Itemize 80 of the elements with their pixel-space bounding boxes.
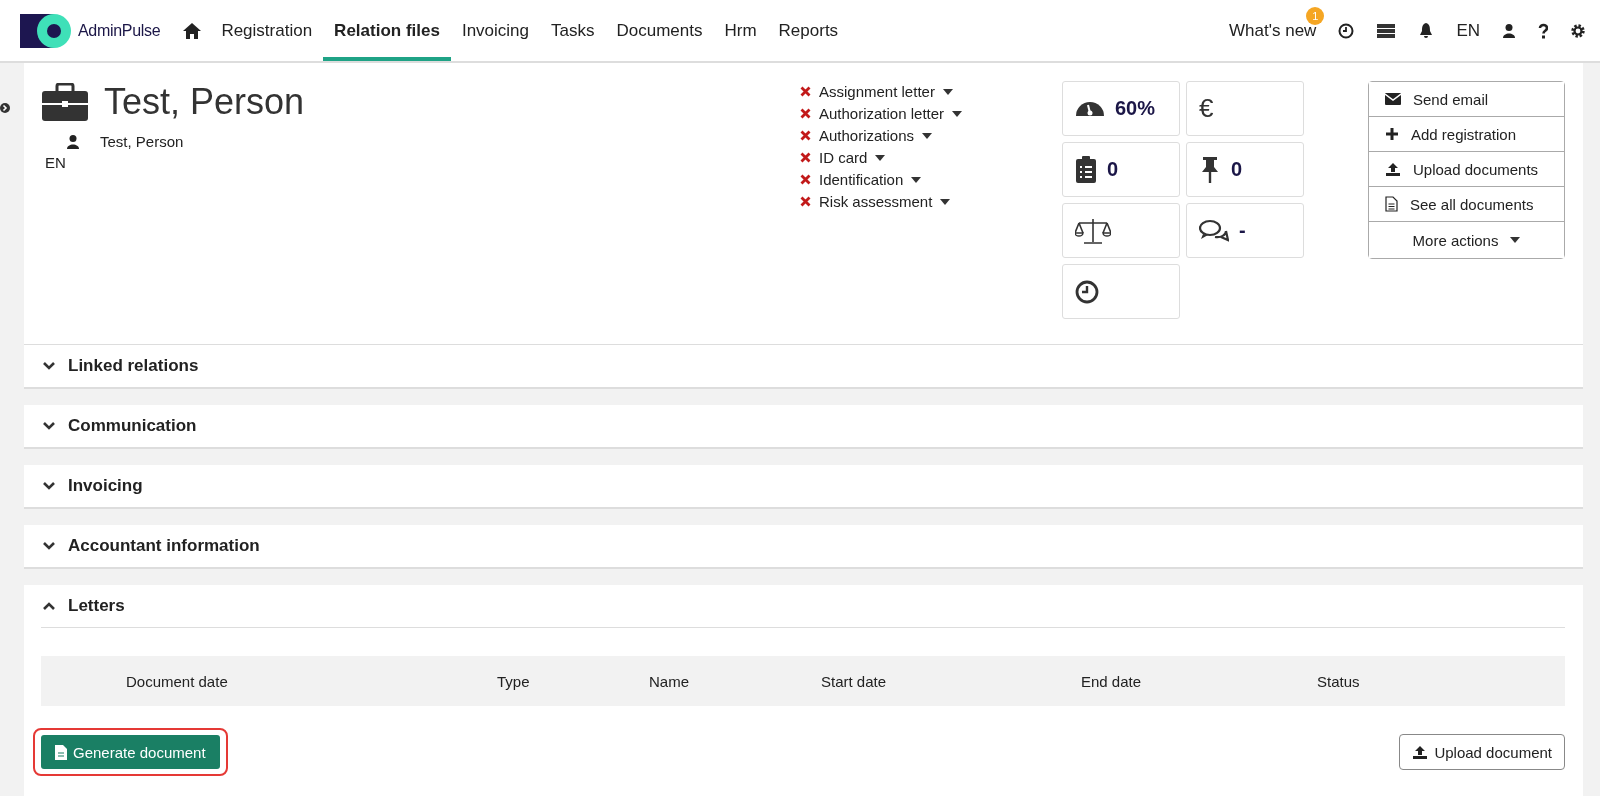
column-header[interactable]: Start date	[821, 672, 1081, 690]
column-header[interactable]: Name	[649, 672, 821, 690]
caret-icon	[1510, 237, 1521, 243]
relation-title: Test, Person	[104, 81, 305, 123]
chevron-up-icon	[42, 601, 56, 611]
upload-icon	[1412, 744, 1429, 760]
section-header[interactable]: Invoicing	[24, 465, 1583, 507]
contact-name: Test, Person	[100, 133, 184, 150]
chat-icon	[1199, 218, 1229, 243]
language-menu[interactable]: EN	[1456, 20, 1480, 41]
document-icon	[55, 744, 67, 760]
nav-tab[interactable]: Reports	[767, 0, 850, 61]
notification-badge: 1	[1306, 6, 1325, 25]
chevron-down-icon	[42, 541, 56, 551]
section-header[interactable]: Letters	[24, 585, 1583, 627]
cross-icon	[800, 108, 811, 119]
section-header[interactable]: Communication	[24, 405, 1583, 447]
caret-icon	[940, 198, 951, 205]
generate-document-button[interactable]: Generate document	[41, 735, 220, 769]
nav-tab[interactable]: Documents	[605, 0, 714, 61]
checklist-item[interactable]: Identification	[800, 171, 1062, 188]
column-header[interactable]: Status	[1317, 672, 1565, 690]
chevron-down-icon	[42, 421, 56, 431]
stat-tile[interactable]: 60%	[1062, 81, 1180, 136]
caret-icon	[875, 154, 886, 161]
checklist-item[interactable]: Authorization letter	[800, 105, 1062, 122]
nav-tab[interactable]: Tasks	[540, 0, 606, 61]
plus-icon	[1385, 127, 1399, 141]
clock-icon	[1075, 279, 1099, 304]
checklist-item[interactable]: Risk assessment	[800, 193, 1062, 210]
chevron-down-icon	[42, 361, 56, 371]
nav-tab[interactable]: Invoicing	[450, 0, 541, 61]
caret-icon	[911, 176, 922, 183]
nav-tab[interactable]: Hrm	[713, 0, 768, 61]
brand-name[interactable]: AdminPulse	[78, 21, 161, 40]
document-icon	[1385, 196, 1398, 212]
action-button[interactable]: Send email	[1369, 82, 1564, 117]
server-icon	[1376, 22, 1397, 39]
settings-icon	[1570, 22, 1586, 39]
stat-tile[interactable]: 0	[1062, 142, 1180, 197]
cross-icon	[800, 152, 811, 163]
stat-tile[interactable]	[1062, 203, 1180, 258]
briefcase-icon	[42, 83, 88, 121]
column-header[interactable]: Type	[497, 672, 649, 690]
home-icon	[182, 21, 203, 40]
logo-icon	[20, 13, 72, 48]
caret-icon	[922, 132, 933, 139]
nav-tab[interactable]: Registration	[210, 0, 324, 61]
bell-icon	[1418, 21, 1435, 40]
upload-icon	[1385, 161, 1401, 177]
scale-icon	[1075, 216, 1111, 245]
contact-person-icon	[66, 133, 80, 150]
clock-icon	[1338, 22, 1355, 39]
column-header[interactable]: End date	[1081, 672, 1317, 690]
help-icon	[1538, 22, 1548, 39]
cross-icon	[800, 196, 811, 207]
chevron-down-icon	[42, 481, 56, 491]
cross-icon	[800, 86, 811, 97]
caret-icon	[942, 88, 953, 95]
section-header[interactable]: Linked relations	[24, 345, 1583, 387]
user-icon	[1502, 22, 1516, 39]
gauge-icon	[1075, 100, 1105, 117]
cross-icon	[800, 130, 811, 141]
checklist-item[interactable]: ID card	[800, 149, 1062, 166]
upload-document-button[interactable]: Upload document	[1399, 734, 1565, 770]
checklist-item[interactable]: Assignment letter	[800, 83, 1062, 100]
stat-tile[interactable]	[1062, 264, 1180, 319]
section-header[interactable]: Accountant information	[24, 525, 1583, 567]
envelope-icon	[1385, 93, 1401, 105]
stat-tile[interactable]: -	[1186, 203, 1304, 258]
caret-icon	[952, 110, 963, 117]
expand-sidebar-icon[interactable]	[0, 103, 10, 113]
language-label: EN	[45, 154, 67, 171]
stat-tile[interactable]: €	[1186, 81, 1304, 136]
pin-icon	[1199, 155, 1221, 184]
clipboard-icon	[1075, 155, 1097, 184]
checklist-item[interactable]: Authorizations	[800, 127, 1062, 144]
column-header[interactable]: Document date	[126, 672, 497, 690]
cross-icon	[800, 174, 811, 185]
stat-tile[interactable]: 0	[1186, 142, 1304, 197]
